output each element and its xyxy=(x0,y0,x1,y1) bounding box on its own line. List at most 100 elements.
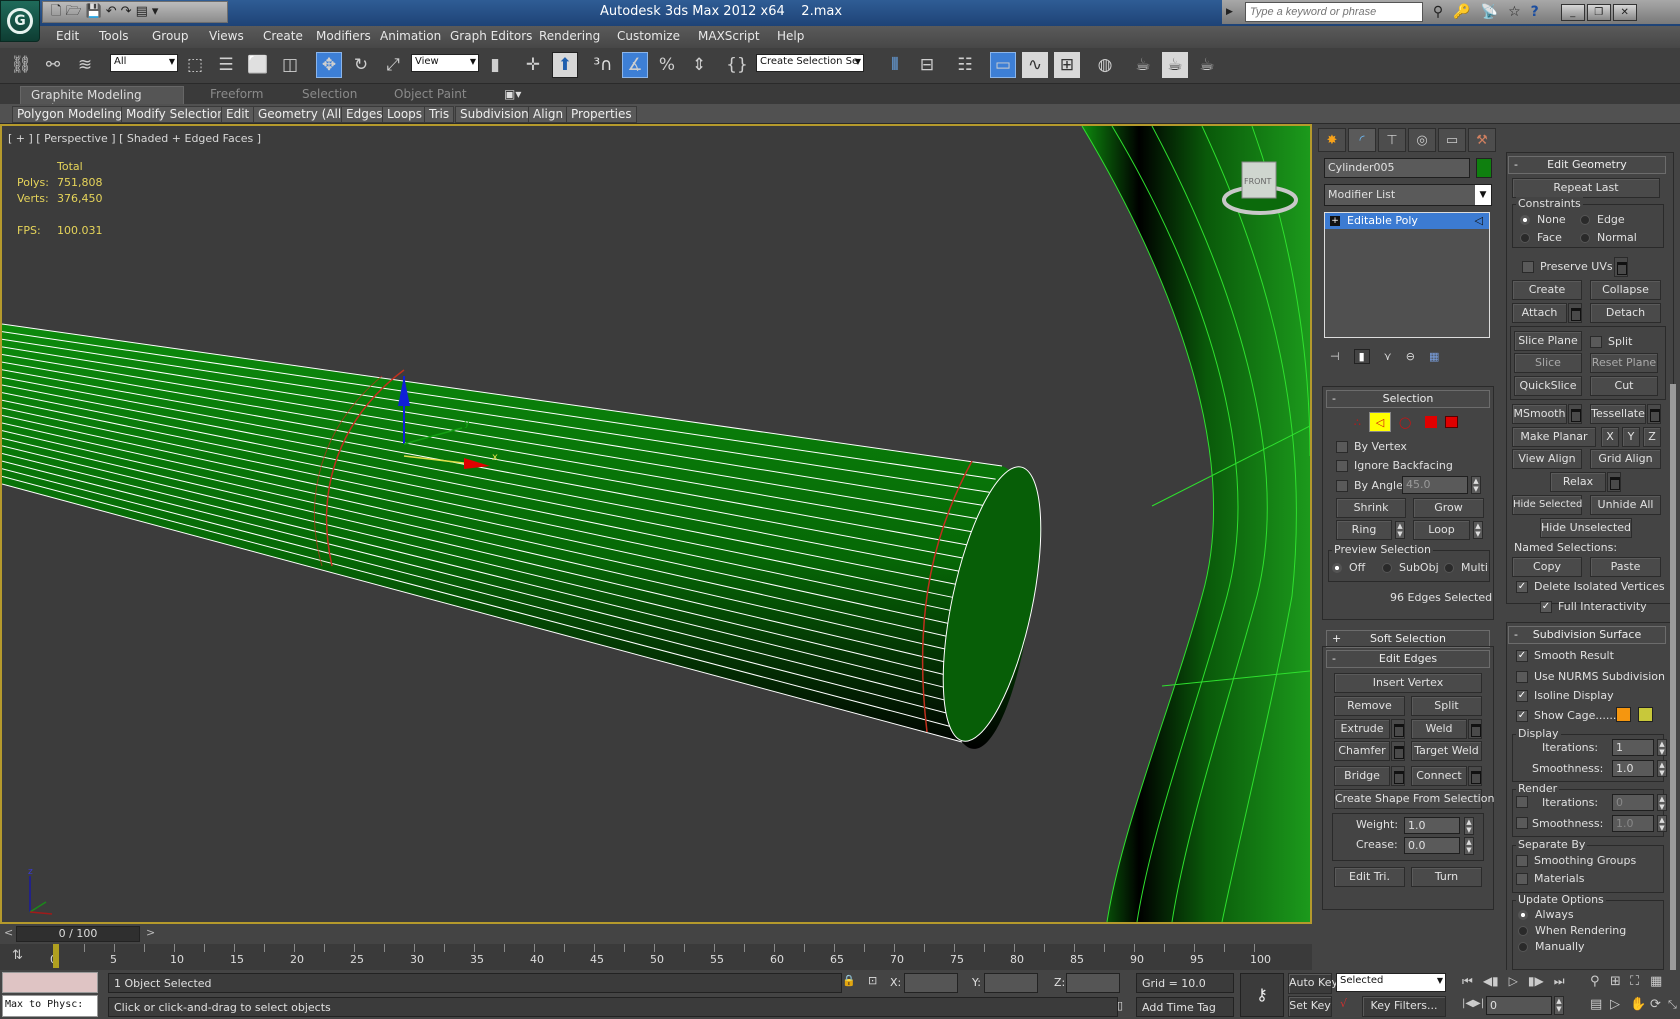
window-crossing-icon[interactable]: ◫ xyxy=(277,52,303,78)
pivot-center-icon[interactable]: ▮ xyxy=(482,52,508,78)
menu-customize[interactable]: Customize xyxy=(617,29,680,43)
constraint-face-radio[interactable]: Face xyxy=(1520,231,1562,244)
view-align-button[interactable]: View Align xyxy=(1512,449,1582,469)
viewport-label[interactable]: [ + ] [ Perspective ] [ Shaded + Edged F… xyxy=(8,132,261,145)
weight-field[interactable]: 1.0 xyxy=(1404,817,1460,834)
rectangular-selection-icon[interactable]: ⬜ xyxy=(245,52,271,78)
curve-editor-icon[interactable]: ∿ xyxy=(1022,52,1048,78)
y-coord-field[interactable] xyxy=(984,973,1038,993)
hierarchy-tab-icon[interactable]: ⊤ xyxy=(1378,128,1406,152)
select-by-name-icon[interactable]: ☰ xyxy=(213,52,239,78)
insert-vertex-button[interactable]: Insert Vertex xyxy=(1334,673,1482,693)
configure-modifier-sets-icon[interactable]: ▦ xyxy=(1429,350,1439,363)
subdivision-surface-rollout-header[interactable]: - Subdivision Surface xyxy=(1508,626,1666,644)
edge-mode-icon[interactable]: ◁ xyxy=(1369,412,1391,432)
menu-graph-editors[interactable]: Graph Editors xyxy=(450,29,532,43)
maximize-viewport-icon[interactable]: ⤡ xyxy=(1668,998,1677,1012)
chamfer-settings-button[interactable] xyxy=(1391,741,1405,761)
mini-curve-editor-icon[interactable]: ⇅ xyxy=(12,948,23,963)
panel-modify-selection[interactable]: Modify Selection xyxy=(121,106,230,123)
preview-subobj-radio[interactable]: SubObj xyxy=(1382,561,1439,574)
preserve-uvs-checkbox[interactable]: Preserve UVs xyxy=(1522,260,1613,273)
remove-button[interactable]: Remove xyxy=(1334,696,1405,716)
motion-tab-icon[interactable]: ◎ xyxy=(1408,128,1436,152)
copy-button[interactable]: Copy xyxy=(1512,557,1582,577)
edit-tri-button[interactable]: Edit Tri. xyxy=(1334,867,1405,887)
menu-tools[interactable]: Tools xyxy=(99,29,129,43)
stack-item-editable-poly[interactable]: + Editable Poly ◁ xyxy=(1325,213,1489,229)
panel-subdivision[interactable]: Subdivision xyxy=(455,106,534,123)
panel-edit[interactable]: Edit xyxy=(221,106,255,123)
shrink-button[interactable]: Shrink xyxy=(1336,498,1406,518)
tessellate-settings-button[interactable] xyxy=(1647,404,1661,424)
select-and-rotate-icon[interactable]: ↻ xyxy=(348,52,374,78)
menu-maxscript[interactable]: MAXScript xyxy=(698,29,760,43)
close-button[interactable]: ✕ xyxy=(1612,3,1637,21)
current-frame-field[interactable]: 0 xyxy=(1486,996,1552,1015)
tessellate-button[interactable]: Tessellate xyxy=(1590,404,1646,424)
grow-button[interactable]: Grow xyxy=(1413,498,1484,518)
spinner-snap-icon[interactable]: ⇕ xyxy=(686,52,712,78)
bridge-settings-button[interactable] xyxy=(1391,766,1405,786)
remove-modifier-icon[interactable]: ⊖ xyxy=(1406,350,1415,363)
render-smoothness-field[interactable]: 1.0 xyxy=(1612,815,1654,832)
new-file-icon[interactable]: 🗋 xyxy=(51,3,61,21)
constraint-none-radio[interactable]: None xyxy=(1520,213,1566,226)
zoom-icon[interactable]: ⚲ xyxy=(1590,974,1610,989)
connect-button[interactable]: Connect xyxy=(1411,766,1467,786)
preview-off-radio[interactable]: Off xyxy=(1332,561,1365,574)
named-selection-sets-dropdown[interactable]: Create Selection Se xyxy=(756,54,864,72)
go-to-end-icon[interactable]: ⏭ xyxy=(1554,974,1565,989)
display-tab-icon[interactable]: ▭ xyxy=(1438,128,1466,152)
detach-button[interactable]: Detach xyxy=(1590,303,1661,323)
render-iterations-checkbox[interactable] xyxy=(1516,796,1534,808)
edit-named-selection-icon[interactable]: {} xyxy=(724,52,750,78)
percent-snap-icon[interactable]: % xyxy=(654,52,680,78)
chevron-down-icon[interactable]: ▼ xyxy=(1475,185,1491,205)
zoom-extents-icon[interactable]: ⛶ xyxy=(1630,974,1650,989)
slice-button[interactable]: Slice xyxy=(1514,353,1582,373)
attach-button[interactable]: Attach xyxy=(1512,303,1567,323)
slice-plane-button[interactable]: Slice Plane xyxy=(1514,331,1582,351)
create-button[interactable]: Create xyxy=(1512,280,1582,300)
auto-key-button[interactable]: Auto Key xyxy=(1288,973,1338,994)
panel-properties[interactable]: Properties xyxy=(566,106,637,123)
current-frame-marker[interactable] xyxy=(53,944,59,968)
orbit-icon[interactable]: ⟳ xyxy=(1650,997,1670,1012)
loop-spinner[interactable]: ▲ ▼ xyxy=(1473,521,1483,539)
current-frame-spinner[interactable]: ▲ ▼ xyxy=(1554,996,1564,1015)
element-mode-icon[interactable] xyxy=(1445,416,1459,428)
by-angle-spinner[interactable]: ▲ ▼ xyxy=(1471,476,1481,494)
render-smoothness-spinner[interactable]: ▲ ▼ xyxy=(1657,815,1667,832)
attach-settings-button[interactable] xyxy=(1568,303,1582,323)
panel-align[interactable]: Align xyxy=(528,106,569,123)
menu-modifiers[interactable]: Modifiers xyxy=(316,29,371,43)
constraint-normal-radio[interactable]: Normal xyxy=(1580,231,1637,244)
ring-spinner[interactable]: ▲ ▼ xyxy=(1395,521,1405,539)
mirror-icon[interactable]: ⫴ xyxy=(882,52,908,78)
polygon-mode-icon[interactable] xyxy=(1425,416,1438,428)
make-planar-button[interactable]: Make Planar xyxy=(1512,427,1596,447)
modify-tab-icon[interactable]: ◜ xyxy=(1348,128,1376,152)
loop-button[interactable]: Loop xyxy=(1413,520,1470,540)
create-tab-icon[interactable]: ✸ xyxy=(1318,128,1346,152)
make-unique-icon[interactable]: ⋎ xyxy=(1384,350,1392,363)
render-setup-icon[interactable]: ☕ xyxy=(1130,52,1156,78)
select-and-move-icon[interactable]: ✥ xyxy=(316,52,342,78)
msmooth-settings-button[interactable] xyxy=(1568,404,1582,424)
tab-graphite-modeling-tools[interactable]: Graphite Modeling Tools xyxy=(20,86,184,116)
open-file-icon[interactable]: 🗁 xyxy=(65,3,81,21)
extrude-settings-button[interactable] xyxy=(1391,719,1405,739)
unlink-icon[interactable]: ⚯ xyxy=(40,52,66,78)
display-iterations-spinner[interactable]: ▲ ▼ xyxy=(1657,739,1667,756)
ribbon-options-icon[interactable]: ▣▾ xyxy=(494,86,531,104)
weld-settings-button[interactable] xyxy=(1468,719,1482,739)
selection-rollout-header[interactable]: - Selection xyxy=(1326,390,1490,408)
materials-checkbox[interactable]: Materials xyxy=(1516,872,1584,885)
project-folder-icon[interactable]: ▤ xyxy=(136,3,148,21)
weight-spinner[interactable]: ▲ ▼ xyxy=(1464,817,1474,835)
split-checkbox[interactable]: Split xyxy=(1590,335,1632,348)
constraint-edge-radio[interactable]: Edge xyxy=(1580,213,1625,226)
weld-button[interactable]: Weld xyxy=(1411,719,1467,739)
snaps-toggle-icon[interactable]: ³∩ xyxy=(590,52,616,78)
